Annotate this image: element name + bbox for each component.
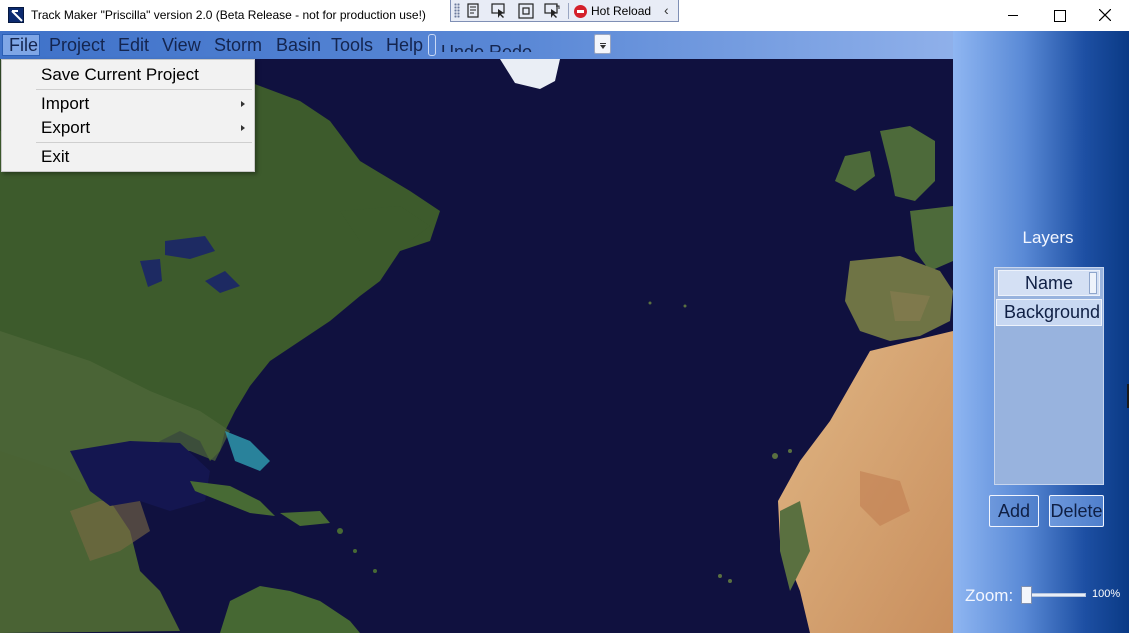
collapse-toolbar-icon[interactable]: ‹	[664, 1, 669, 19]
close-icon	[1099, 9, 1111, 21]
window-title: Track Maker "Priscilla" version 2.0 (Bet…	[31, 8, 426, 22]
layer-row-background[interactable]: Background	[996, 299, 1102, 326]
menu-bar: File Project Edit View Storm Basin Tools…	[0, 31, 953, 59]
zoom-slider-track[interactable]	[1024, 593, 1086, 597]
menu-view[interactable]: View	[162, 34, 201, 56]
stop-icon	[574, 4, 587, 18]
toolbar-grip-icon[interactable]	[454, 3, 460, 18]
title-bar: Track Maker "Priscilla" version 2.0 (Bet…	[0, 0, 1129, 31]
menu-tools[interactable]: Tools	[331, 34, 373, 56]
track-focused-element-icon[interactable]	[543, 2, 561, 20]
live-visual-tree-icon[interactable]	[465, 2, 483, 20]
menu-separator	[428, 34, 436, 56]
menu-overflow-button[interactable]	[594, 34, 611, 54]
select-element-icon[interactable]	[490, 2, 508, 20]
column-resize-handle[interactable]	[1089, 272, 1097, 294]
submenu-arrow-icon	[241, 101, 245, 107]
menu-item-export[interactable]: Export	[3, 116, 253, 140]
menu-item-export-label: Export	[41, 118, 91, 137]
submenu-arrow-icon	[241, 125, 245, 131]
add-layer-button[interactable]: Add	[989, 495, 1039, 527]
menu-divider	[36, 142, 252, 143]
minimize-button[interactable]	[990, 0, 1036, 31]
zoom-slider-thumb[interactable]	[1021, 586, 1032, 604]
menu-item-import[interactable]: Import	[3, 92, 253, 116]
toolbar-separator	[568, 3, 569, 19]
menu-undo-redo[interactable]: Undo Redo	[441, 39, 532, 52]
layers-title: Layers	[1022, 228, 1074, 247]
maximize-button[interactable]	[1036, 0, 1082, 31]
menu-item-save-current-project[interactable]: Save Current Project	[3, 63, 253, 87]
hot-reload-button[interactable]: Hot Reload	[574, 2, 651, 20]
file-dropdown-menu: Save Current Project Import Export Exit	[1, 59, 255, 172]
zoom-value: 100%	[1092, 588, 1121, 600]
menu-basin[interactable]: Basin	[276, 34, 321, 56]
menu-project[interactable]: Project	[49, 34, 105, 56]
menu-storm[interactable]: Storm	[214, 34, 262, 56]
debug-toolbar: Hot Reload ‹	[450, 0, 679, 22]
layers-column-header[interactable]: Name	[998, 270, 1100, 296]
app-icon	[8, 7, 24, 23]
zoom-label: Zoom:	[965, 586, 1014, 605]
menu-file[interactable]: File	[2, 34, 40, 56]
menu-item-exit[interactable]: Exit	[3, 145, 253, 169]
close-button[interactable]	[1082, 0, 1128, 31]
display-layout-adorners-icon[interactable]	[517, 2, 535, 20]
delete-layer-button[interactable]: Delete	[1049, 495, 1104, 527]
menu-edit[interactable]: Edit	[118, 34, 149, 56]
menu-help[interactable]: Help	[386, 34, 423, 56]
menu-item-import-label: Import	[41, 94, 90, 113]
hot-reload-label: Hot Reload	[591, 4, 652, 18]
menu-divider	[36, 89, 252, 90]
